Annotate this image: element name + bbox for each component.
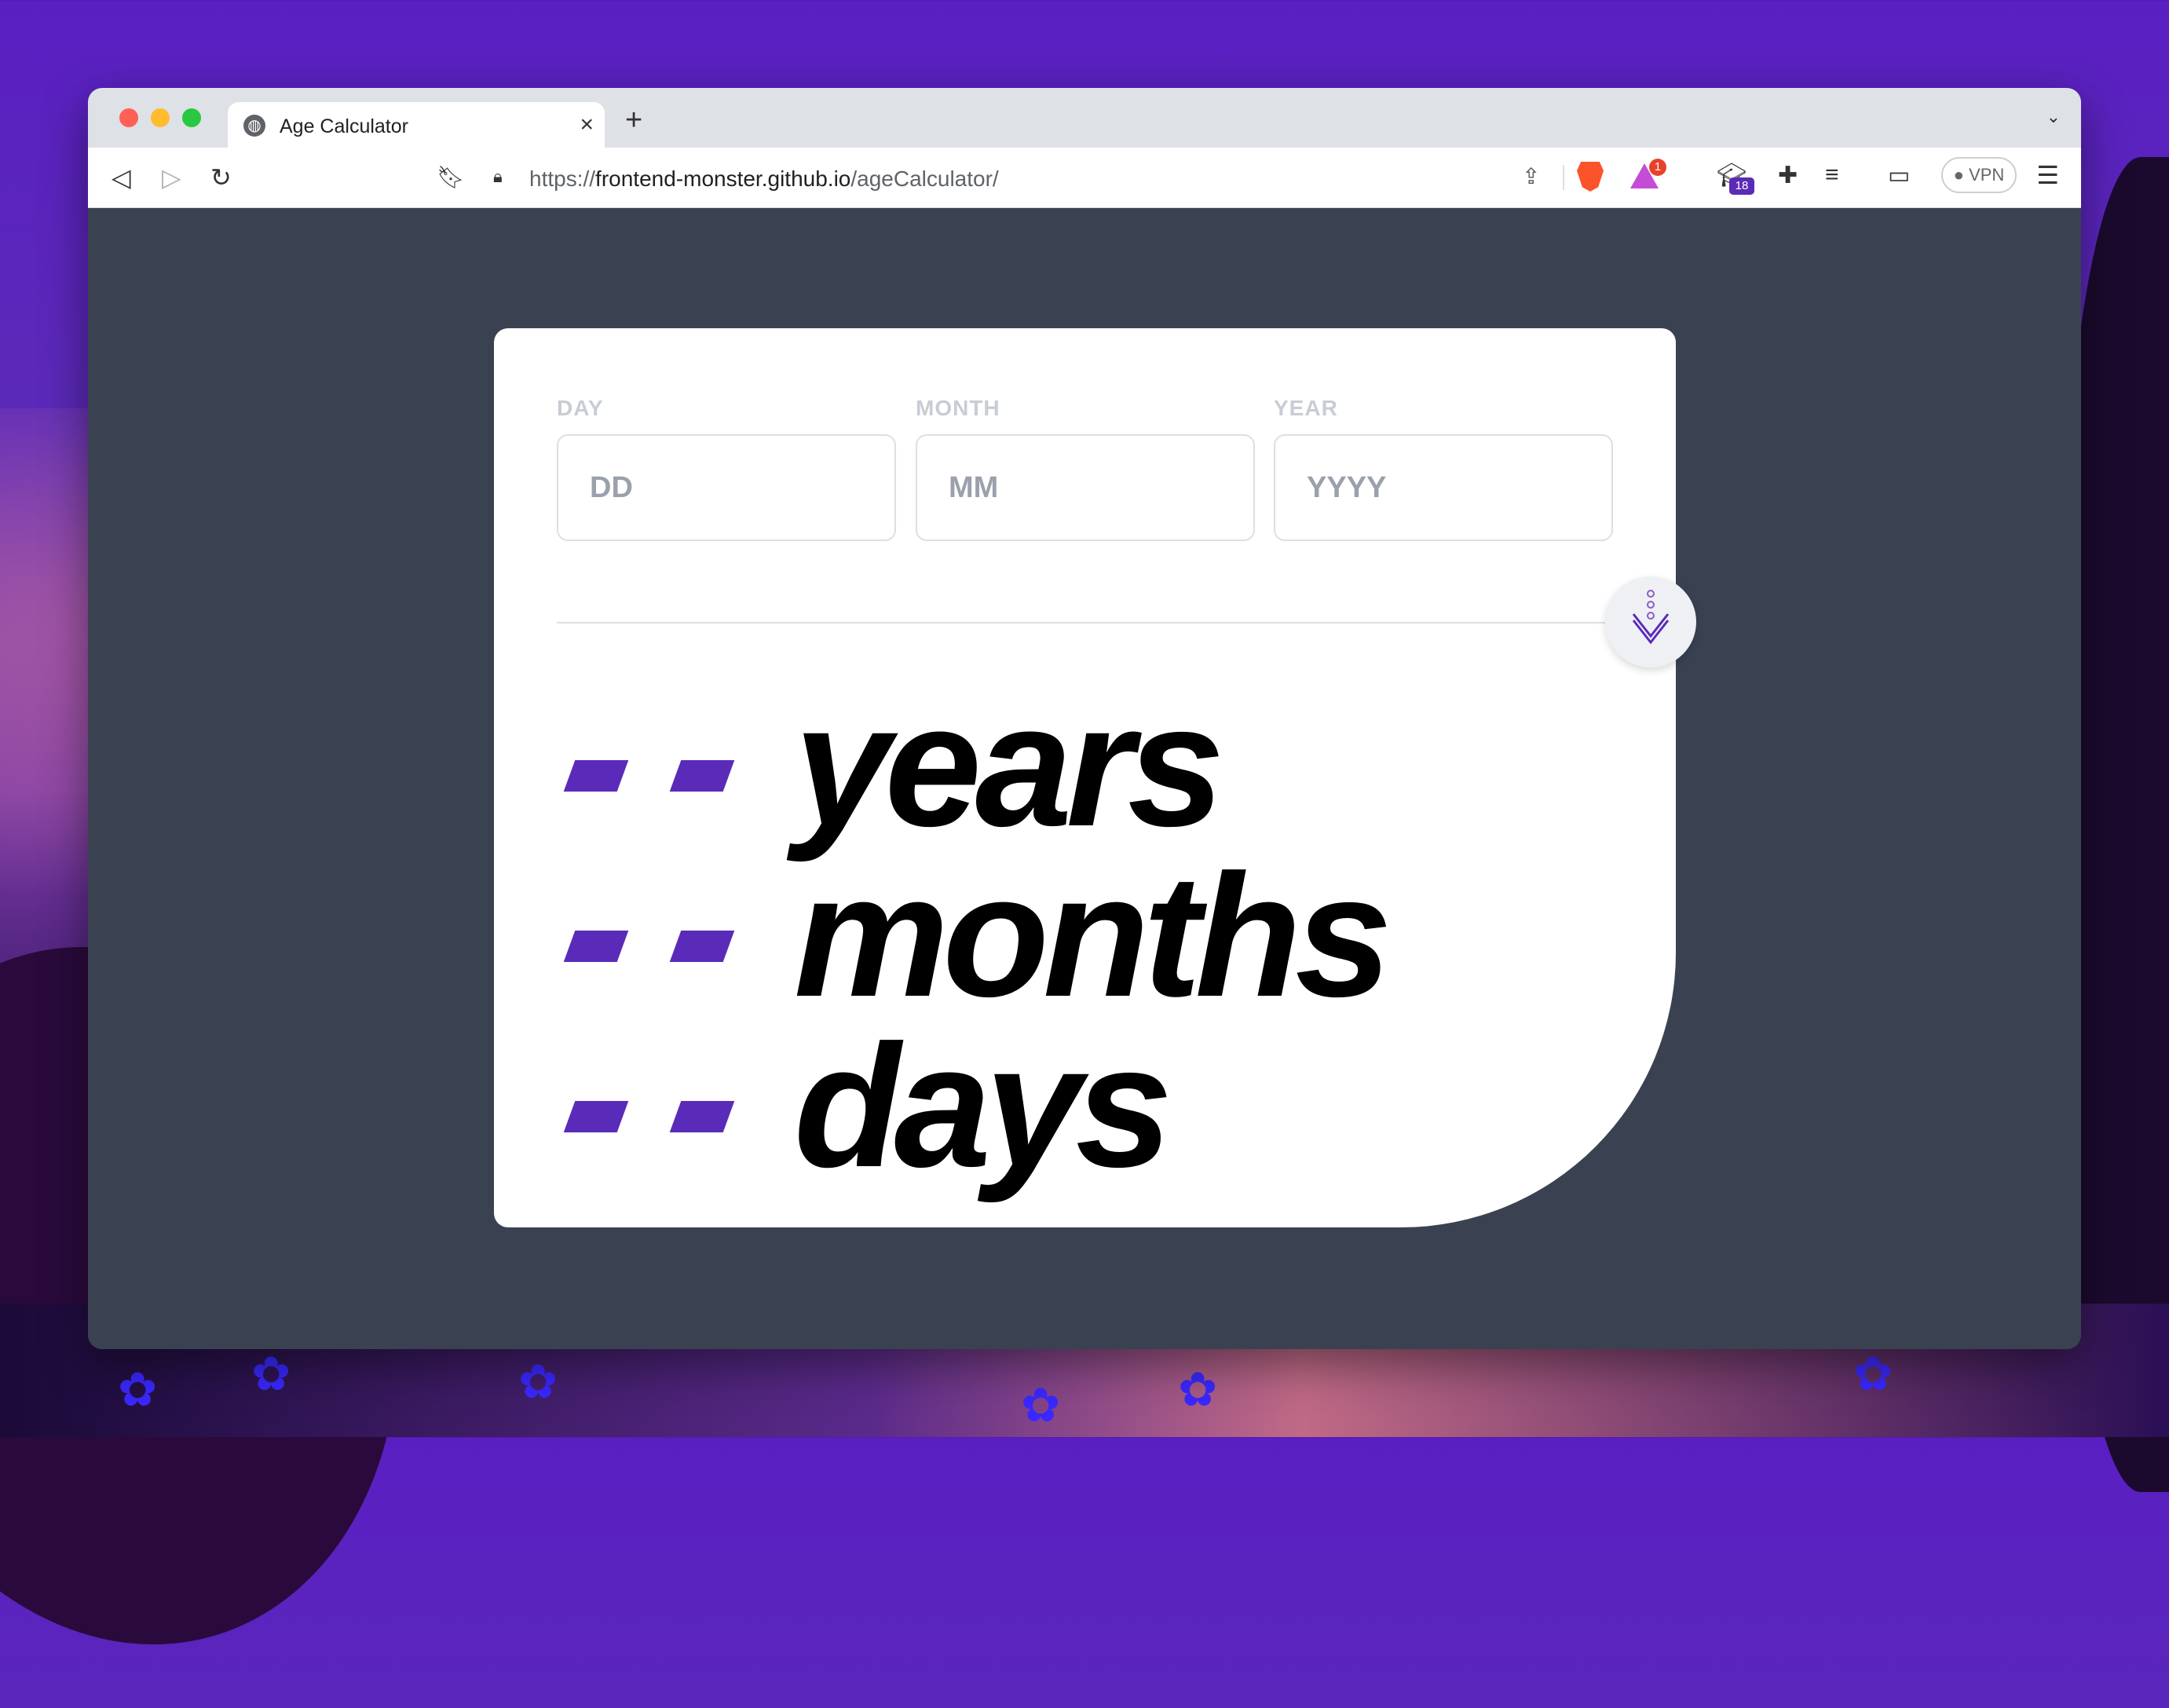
days-unit: days xyxy=(794,1009,1172,1204)
age-calculator-card: DAY MONTH YEAR years xyxy=(494,328,1696,1227)
toolbar: ◁ ▷ ↻ 🔖︎ 🔒︎ https://frontend-monster.git… xyxy=(88,148,2081,208)
close-tab-icon[interactable]: × xyxy=(580,112,594,138)
new-tab-button[interactable]: + xyxy=(625,104,642,137)
url-path: /ageCalculator/ xyxy=(850,166,999,191)
months-unit: months xyxy=(794,839,1392,1033)
year-input[interactable] xyxy=(1274,434,1613,541)
flower-icon: ✿ xyxy=(251,1348,291,1400)
vpn-button[interactable]: ● VPN xyxy=(1941,157,2017,193)
placeholder-dash xyxy=(563,760,629,792)
url-scheme: https:// xyxy=(529,166,596,191)
month-input[interactable] xyxy=(916,434,1255,541)
tab-bar: ◍ Age Calculator × + ⌄ xyxy=(88,88,2081,148)
back-button[interactable]: ◁ xyxy=(112,162,131,193)
divider xyxy=(557,622,1613,624)
submit-button[interactable] xyxy=(1605,576,1696,667)
url-host: frontend-monster.github.io xyxy=(595,166,851,191)
chevron-down-icon[interactable]: ⌄ xyxy=(2046,107,2061,127)
page-viewport: DAY MONTH YEAR years xyxy=(88,208,2081,1349)
rewards-badge: 1 xyxy=(1649,159,1666,176)
year-label: YEAR xyxy=(1274,396,1338,420)
close-window-button[interactable] xyxy=(119,108,138,127)
day-input[interactable] xyxy=(557,434,896,541)
flower-icon: ✿ xyxy=(1178,1363,1218,1416)
day-label: DAY xyxy=(557,396,604,420)
tab-title: Age Calculator xyxy=(280,115,408,137)
placeholder-dash xyxy=(669,931,735,962)
extension-badge: 18 xyxy=(1729,177,1754,195)
maximize-window-button[interactable] xyxy=(182,108,201,127)
flower-icon: ✿ xyxy=(1021,1379,1061,1432)
url-text[interactable]: https://frontend-monster.github.io/ageCa… xyxy=(529,166,999,192)
forward-button[interactable]: ▷ xyxy=(162,162,181,193)
minimize-window-button[interactable] xyxy=(151,108,170,127)
arrow-down-icon xyxy=(1632,590,1670,645)
playlist-icon[interactable]: ≡ xyxy=(1825,162,1839,188)
placeholder-dash xyxy=(563,1101,629,1132)
bookmark-icon[interactable]: 🔖︎ xyxy=(437,162,465,193)
vpn-label: VPN xyxy=(1969,165,2005,185)
browser-window: ◍ Age Calculator × + ⌄ ◁ ▷ ↻ 🔖︎ 🔒︎ https… xyxy=(88,88,2081,1349)
share-icon[interactable]: ⇪ xyxy=(1522,163,1540,189)
flower-icon: ✿ xyxy=(518,1355,558,1408)
month-label: MONTH xyxy=(916,396,1000,420)
separator xyxy=(1563,165,1564,190)
placeholder-dash xyxy=(669,760,735,792)
tab-age-calculator[interactable]: ◍ Age Calculator × xyxy=(228,102,605,148)
reload-button[interactable]: ↻ xyxy=(210,162,232,193)
flower-icon: ✿ xyxy=(1853,1348,1893,1400)
brave-shields-icon[interactable] xyxy=(1577,162,1604,192)
globe-icon: ◍ xyxy=(243,115,265,137)
placeholder-dash xyxy=(669,1101,735,1132)
address-bar[interactable]: 🔒︎ https://frontend-monster.github.io/ag… xyxy=(479,155,1666,199)
menu-icon[interactable]: ☰ xyxy=(2036,160,2059,190)
wallet-icon[interactable]: ▭ xyxy=(1888,162,1910,189)
years-unit: years xyxy=(794,668,1224,863)
placeholder-dash xyxy=(563,931,629,962)
extensions-puzzle-icon[interactable]: ✚ xyxy=(1778,162,1798,189)
lock-icon: 🔒︎ xyxy=(493,166,503,186)
flower-icon: ✿ xyxy=(118,1363,158,1416)
